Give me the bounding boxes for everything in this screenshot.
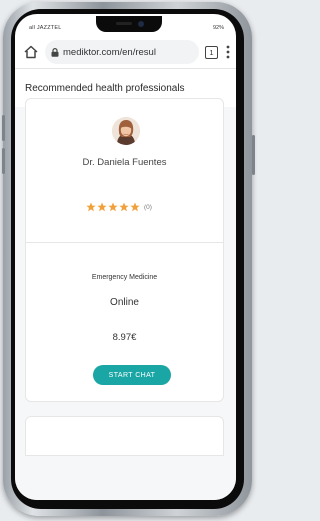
consultation-price: 8.97€ bbox=[112, 332, 137, 343]
star-icon bbox=[97, 202, 107, 212]
avatar bbox=[112, 117, 140, 145]
doctor-name: Dr. Daniela Fuentes bbox=[82, 157, 167, 168]
menu-dots-icon[interactable] bbox=[226, 45, 230, 59]
star-icon bbox=[119, 202, 129, 212]
review-count: (0) bbox=[144, 203, 152, 211]
star-rating: (0) bbox=[86, 202, 152, 212]
start-chat-button[interactable]: START CHAT bbox=[93, 365, 171, 385]
professional-card: Dr. Daniela Fuentes (0) Emergency Medici… bbox=[25, 98, 224, 402]
url-text: mediktor.com/en/resul bbox=[63, 46, 156, 58]
specialty-label: Emergency Medicine bbox=[91, 274, 158, 281]
star-icon bbox=[86, 202, 96, 212]
star-icon bbox=[130, 202, 140, 212]
volume-up-button bbox=[2, 115, 5, 141]
phone-screen: all JAZZTEL 09:58 92% mediktor.com/en/re… bbox=[15, 14, 236, 500]
phone-notch bbox=[96, 16, 162, 32]
next-professional-card bbox=[25, 416, 224, 456]
browser-toolbar: mediktor.com/en/resul 1 bbox=[15, 36, 236, 69]
star-icon bbox=[108, 202, 118, 212]
volume-down-button bbox=[2, 148, 5, 174]
power-button bbox=[252, 135, 255, 175]
tab-switcher-button[interactable]: 1 bbox=[205, 45, 218, 59]
card-profile-section: Dr. Daniela Fuentes (0) bbox=[26, 99, 223, 243]
address-bar[interactable]: mediktor.com/en/resul bbox=[45, 40, 199, 64]
battery-indicator: 92% bbox=[212, 25, 224, 31]
home-icon[interactable] bbox=[23, 44, 39, 60]
lock-icon bbox=[51, 47, 59, 57]
availability-status: Online bbox=[110, 297, 139, 308]
